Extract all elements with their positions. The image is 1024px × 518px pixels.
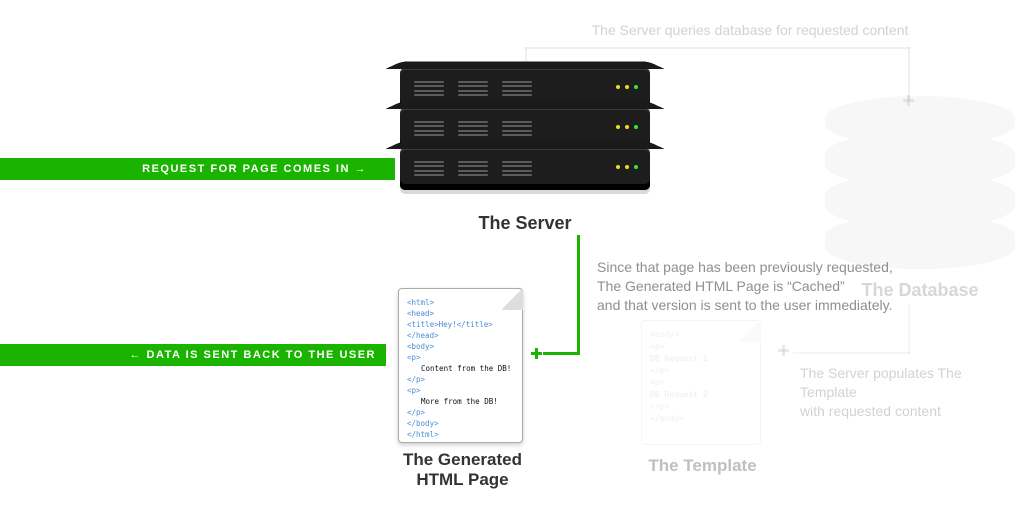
node-template (778, 345, 789, 356)
generated-page-label: The Generated HTML Page (370, 450, 555, 490)
request-bar: REQUEST FOR PAGE COMES IN → (0, 158, 395, 180)
caption-query-db: The Server queries database for requeste… (575, 21, 925, 40)
connector-top-v2 (908, 47, 910, 102)
template-label: The Template (620, 456, 785, 476)
server-icon (400, 70, 650, 190)
response-bar: ← DATA IS SENT BACK TO THE USER (0, 344, 386, 366)
generated-page-icon: <html> <head> <title>Hey!</title> </head… (398, 288, 523, 443)
connector-server-gen-h (543, 352, 580, 355)
request-bar-label: REQUEST FOR PAGE COMES IN → (0, 158, 395, 180)
template-icon: <body> <p> DB Request 1 </p> <p> DB Requ… (641, 320, 761, 445)
server-label: The Server (400, 213, 650, 234)
database-icon (825, 110, 1015, 269)
connector-db-tmpl-v (908, 304, 910, 354)
response-bar-label: ← DATA IS SENT BACK TO THE USER (0, 344, 386, 366)
caption-populate: The Server populates The Template with r… (800, 364, 1020, 421)
connector-top-h (525, 47, 910, 49)
node-gen (531, 348, 542, 359)
connector-server-gen-v (577, 235, 580, 355)
connector-db-tmpl-h (793, 352, 910, 354)
caption-cache: Since that page has been previously requ… (597, 258, 947, 315)
